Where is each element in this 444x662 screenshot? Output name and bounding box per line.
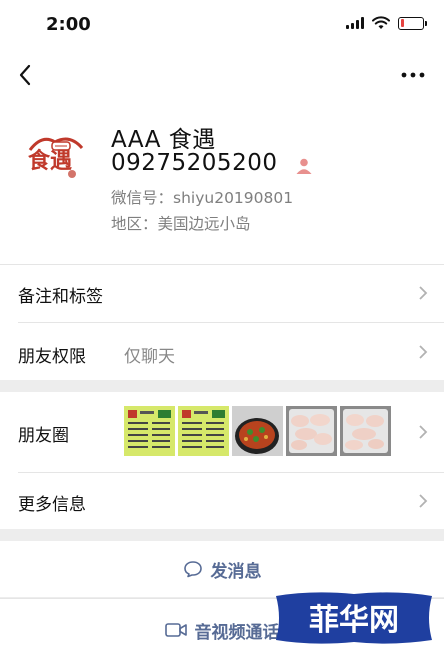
chat-bubble-icon — [183, 561, 202, 578]
row-label: 备注和标签 — [18, 287, 103, 307]
moments-row[interactable]: 朋友圈 — [0, 392, 444, 472]
chevron-left-icon[interactable] — [12, 58, 42, 92]
send-message-label: 发消息 — [210, 561, 262, 582]
status-bar: 2:00 — [0, 0, 444, 50]
cellular-signal-icon — [346, 17, 364, 29]
divider — [18, 322, 444, 323]
enterprise-user-icon — [296, 158, 312, 174]
row-value: 仅聊天 — [124, 347, 175, 367]
moment-thumbnail — [340, 406, 391, 456]
moment-thumbnail — [178, 406, 229, 456]
moments-thumbnails — [124, 406, 391, 456]
status-time: 2:00 — [46, 14, 91, 35]
video-call-inner: 音视频通话 — [164, 618, 280, 643]
video-camera-icon — [164, 623, 187, 637]
moment-thumbnail — [232, 406, 283, 456]
chevron-right-icon — [419, 425, 428, 439]
video-call-label: 音视频通话 — [194, 622, 280, 643]
battery-icon — [398, 16, 427, 30]
chevron-right-icon — [419, 345, 428, 359]
profile-name: AAA 食遇 — [111, 127, 216, 153]
watermark-text: 菲华网 — [309, 603, 399, 638]
divider — [0, 264, 444, 265]
row-label: 朋友权限 — [18, 347, 86, 367]
row-label: 更多信息 — [18, 495, 86, 515]
profile-card: 食遇 AAA 食遇 09275205200 微信号：shiyu20190801 … — [0, 100, 444, 264]
profile-phone: 09275205200 — [111, 150, 278, 176]
wifi-icon — [372, 16, 390, 29]
moment-thumbnail — [124, 406, 175, 456]
divider — [18, 472, 444, 473]
friend-permission-row[interactable]: 朋友权限 仅聊天 — [0, 322, 444, 380]
moment-thumbnail — [286, 406, 337, 456]
nav-bar — [0, 50, 444, 100]
more-dots-icon[interactable] — [398, 60, 428, 90]
chevron-right-icon — [419, 494, 428, 508]
chevron-right-icon — [419, 286, 428, 300]
wechat-id: 微信号：shiyu20190801 — [111, 189, 294, 207]
site-watermark: 菲华网 — [276, 592, 432, 644]
more-info-row[interactable]: 更多信息 — [0, 472, 444, 529]
battery-level — [400, 19, 404, 27]
row-label: 朋友圈 — [18, 426, 69, 446]
status-icons — [346, 16, 427, 30]
avatar[interactable]: 食遇 — [22, 128, 88, 194]
send-message-inner: 发消息 — [183, 557, 262, 582]
profile-region: 地区：美国边远小岛 — [111, 215, 251, 233]
avatar-logo-text: 食遇 — [28, 148, 72, 174]
remark-tags-row[interactable]: 备注和标签 — [0, 264, 444, 322]
